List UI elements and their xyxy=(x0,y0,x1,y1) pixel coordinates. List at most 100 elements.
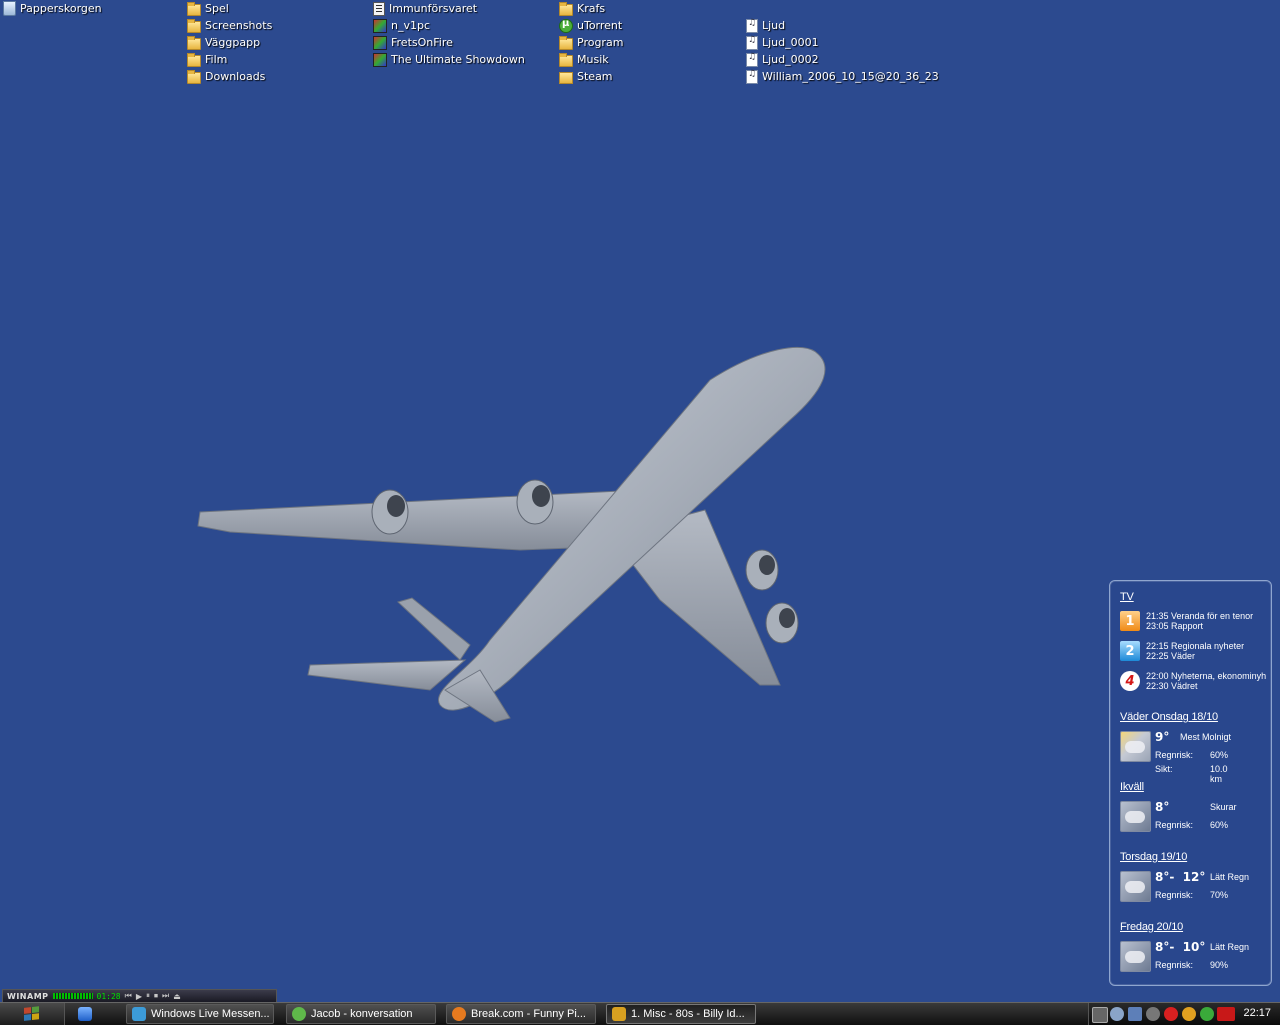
desktop: { "desktop": { "background_color": "#2c4… xyxy=(0,0,1280,1025)
winamp-minibar[interactable]: WINAMP 01:28 ⏮ ▶ ⏸ ⏹ ⏭ ⏏ xyxy=(2,989,277,1003)
recycle-bin-icon xyxy=(3,1,16,16)
audio-file-icon xyxy=(746,18,758,33)
system-tray: 22:17 xyxy=(1088,1003,1280,1025)
rain-value: 70% xyxy=(1210,890,1229,900)
rain-label: Regnrisk: xyxy=(1155,750,1194,760)
desktop-icon-fretsonfire[interactable]: FretsOnFire xyxy=(373,34,453,51)
rain-label: Regnrisk: xyxy=(1155,890,1194,900)
weather-thursday: 8°- 12° Lätt Regn Regnrisk: 70% xyxy=(1120,870,1270,903)
desktop-icon-ljud[interactable]: Ljud xyxy=(746,17,785,34)
network-icon[interactable] xyxy=(1110,1007,1124,1021)
taskbar-button-winamp[interactable]: 1. Misc - 80s - Billy Id... xyxy=(606,1004,756,1024)
folder-icon xyxy=(187,18,201,33)
application-icon xyxy=(373,35,387,50)
desktop-icon-label: Ljud_0001 xyxy=(762,36,819,49)
tv-program-line: 23:05 Rapport xyxy=(1146,621,1204,631)
weather-desc: Skurar xyxy=(1210,802,1237,812)
taskbar-button-messenger[interactable]: Windows Live Messen... xyxy=(126,1004,274,1024)
weather-friday-heading[interactable]: Fredag 20/10 xyxy=(1120,921,1183,933)
visibility-label: Sikt: xyxy=(1155,764,1173,774)
weather-today-heading[interactable]: Väder Onsdag 18/10 xyxy=(1120,711,1218,723)
weather-evening-heading[interactable]: Ikväll xyxy=(1120,781,1144,793)
desktop-icon-musik[interactable]: Musik xyxy=(559,51,609,68)
update-icon[interactable] xyxy=(1182,1007,1196,1021)
desktop-icon-n-v1pc[interactable]: n_v1pc xyxy=(373,17,430,34)
desktop-icon-program[interactable]: Program xyxy=(559,34,623,51)
tv-channel-2[interactable]: 2 22:15 Regionala nyheter 22:25 Väder xyxy=(1120,641,1244,661)
speaker-icon[interactable] xyxy=(1146,1007,1160,1021)
desktop-icon-ljud-0001[interactable]: Ljud_0001 xyxy=(746,34,819,51)
desktop-icon-label: Krafs xyxy=(577,2,606,15)
weather-friday: 8°- 10° Lätt Regn Regnrisk: 90% xyxy=(1120,940,1270,973)
tv-channel-4[interactable]: 4 22:00 Nyheterna, ekonominyh 22:30 Vädr… xyxy=(1120,671,1266,691)
firefox-icon xyxy=(452,1007,466,1021)
folder-icon xyxy=(559,52,573,67)
sidebar-widget: TV 1 21:35 Veranda för en tenor 23:05 Ra… xyxy=(1109,580,1272,986)
desktop-icon-william-recording[interactable]: William_2006_10_15@20_36_23 xyxy=(746,68,939,85)
previous-button[interactable]: ⏮ xyxy=(125,991,132,1001)
rain-value: 60% xyxy=(1210,820,1229,830)
desktop-icon-immunforsvaret[interactable]: Immunförsvaret xyxy=(373,0,477,17)
desktop-icon-ultimate-showdown[interactable]: The Ultimate Showdown xyxy=(373,51,525,68)
pause-button[interactable]: ⏸ xyxy=(146,991,150,1001)
weather-desc: Lätt Regn xyxy=(1210,942,1250,952)
desktop-icon-label: Film xyxy=(205,53,228,66)
utorrent-icon xyxy=(559,18,573,33)
application-icon xyxy=(373,18,387,33)
start-button[interactable] xyxy=(0,1003,65,1025)
messenger-status-icon[interactable] xyxy=(1200,1007,1214,1021)
desktop-icon-recycle-bin[interactable]: Papperskorgen xyxy=(3,0,102,17)
stop-button[interactable]: ⏹ xyxy=(154,991,158,1001)
tv-channel-1[interactable]: 1 21:35 Veranda för en tenor 23:05 Rappo… xyxy=(1120,611,1253,631)
desktop-icon-label: Spel xyxy=(205,2,229,15)
desktop-icon-downloads[interactable]: Downloads xyxy=(187,68,265,85)
desktop-icon-screenshots[interactable]: Screenshots xyxy=(187,17,272,34)
tv-program-line: 22:00 Nyheterna, ekonominyh xyxy=(1146,671,1267,681)
weather-today: 9° Mest Molnigt Regnrisk: 60% Sikt: 10.0 k… xyxy=(1120,730,1270,784)
visibility-value: 10.0 km xyxy=(1210,764,1228,784)
airplane-wallpaper-image xyxy=(197,346,826,723)
desktop-icon-vaggpapp[interactable]: Väggpapp xyxy=(187,34,260,51)
next-button[interactable]: ⏭ xyxy=(162,991,169,1001)
desktop-icon-ljud-0002[interactable]: Ljud_0002 xyxy=(746,51,819,68)
folder-icon xyxy=(187,1,201,16)
monitor-icon[interactable] xyxy=(1092,1007,1108,1023)
ie-quicklaunch-icon[interactable] xyxy=(78,1007,92,1021)
tv-heading[interactable]: TV xyxy=(1120,591,1134,603)
taskbar-button-conversation[interactable]: Jacob - konversation xyxy=(286,1004,436,1024)
desktop-icon-label: Immunförsvaret xyxy=(389,2,478,15)
desktop-icon-utorrent[interactable]: uTorrent xyxy=(559,17,622,34)
rain-label: Regnrisk: xyxy=(1155,960,1194,970)
messenger-contact-icon xyxy=(292,1007,306,1021)
folder-icon xyxy=(187,52,201,67)
desktop-icon-label: Ljud xyxy=(762,19,786,32)
desktop-icon-label: Musik xyxy=(577,53,609,66)
weather-temp-range: 8°- 12° xyxy=(1155,870,1206,884)
desktop-icon-steam[interactable]: Steam xyxy=(559,68,613,85)
light-rain-icon xyxy=(1120,871,1151,902)
desktop-icon-krafs[interactable]: Krafs xyxy=(559,0,605,17)
connection-icon[interactable] xyxy=(1128,1007,1142,1021)
weather-desc: Mest Molnigt xyxy=(1180,732,1232,742)
weather-temp-range: 8°- 10° xyxy=(1155,940,1206,954)
weather-thursday-heading[interactable]: Torsdag 19/10 xyxy=(1120,851,1187,863)
clock[interactable]: 22:17 xyxy=(1243,1007,1271,1019)
audio-file-icon xyxy=(746,35,758,50)
winamp-time: 01:28 xyxy=(96,991,121,1001)
rain-value: 90% xyxy=(1210,960,1229,970)
desktop-icon-spel[interactable]: Spel xyxy=(187,0,229,17)
weather-desc: Lätt Regn xyxy=(1210,872,1250,882)
taskbar-button-label: Windows Live Messen... xyxy=(151,1008,270,1020)
ati-icon[interactable] xyxy=(1217,1007,1235,1021)
tv-program-line: 22:30 Vädret xyxy=(1146,681,1198,691)
play-button[interactable]: ▶ xyxy=(136,992,142,1001)
partly-cloudy-icon xyxy=(1120,731,1151,762)
tv-program-line: 22:15 Regionala nyheter xyxy=(1146,641,1245,651)
taskbar-button-firefox[interactable]: Break.com - Funny Pi... xyxy=(446,1004,596,1024)
antivirus-icon[interactable] xyxy=(1164,1007,1178,1021)
winamp-icon xyxy=(612,1007,626,1021)
desktop-icon-film[interactable]: Film xyxy=(187,51,227,68)
channel-2-logo-icon: 2 xyxy=(1120,641,1140,661)
windows-logo-icon xyxy=(24,1006,40,1022)
eject-button[interactable]: ⏏ xyxy=(173,992,181,1001)
